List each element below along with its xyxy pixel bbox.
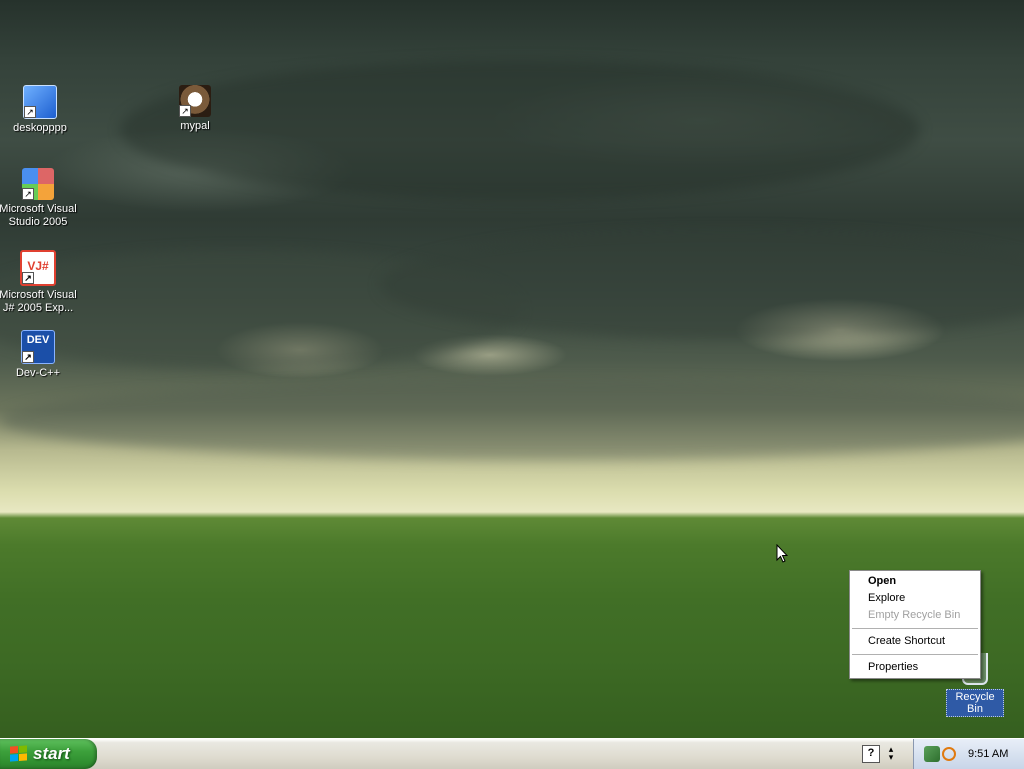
desktop-icon-label: Microsoft Visual Studio 2005 <box>0 203 77 228</box>
deskopppp-icon: ↗ <box>23 85 57 119</box>
taskbar: start ? ▴ ▾ 9:51 AM <box>0 738 1024 769</box>
shortcut-arrow-icon: ↗ <box>24 106 36 118</box>
desktop[interactable]: ↗ deskopppp ↗ mypal ↗ Microsoft Visual S… <box>0 0 1024 738</box>
visual-jsharp-icon: VJ# ↗ <box>20 250 56 286</box>
desktop-icon-label: Microsoft Visual J# 2005 Exp... <box>0 289 77 314</box>
clock[interactable]: 9:51 AM <box>968 739 1008 769</box>
desktop-icon-label: mypal <box>180 120 210 132</box>
visual-studio-icon: ↗ <box>22 168 54 200</box>
desktop-icon-visual-studio[interactable]: ↗ Microsoft Visual Studio 2005 <box>0 168 78 229</box>
shortcut-arrow-icon: ↗ <box>22 351 34 363</box>
help-icon[interactable]: ? <box>862 745 880 763</box>
menu-item-open[interactable]: Open <box>850 573 980 590</box>
menu-item-create-shortcut[interactable]: Create Shortcut <box>850 633 980 650</box>
desktop-icon-dev-cpp[interactable]: DEV ↗ Dev-C++ <box>0 330 78 380</box>
chevron-icon[interactable]: ▴ ▾ <box>884 745 898 762</box>
shortcut-arrow-icon: ↗ <box>179 105 191 117</box>
mouse-cursor-icon <box>776 544 788 563</box>
start-button[interactable]: start <box>0 739 97 769</box>
context-menu: Open Explore Empty Recycle Bin Create Sh… <box>849 570 981 679</box>
menu-item-empty-recycle-bin: Empty Recycle Bin <box>868 609 961 621</box>
wallpaper-cloud <box>120 60 920 200</box>
system-tray: 9:51 AM <box>913 739 1024 769</box>
visual-jsharp-glyph: VJ# <box>27 259 49 273</box>
desktop-icon-visual-jsharp[interactable]: VJ# ↗ Microsoft Visual J# 2005 Exp... <box>0 250 78 315</box>
menu-separator <box>852 654 978 655</box>
windows-logo-icon <box>10 745 27 762</box>
dev-cpp-icon: DEV ↗ <box>21 330 55 364</box>
desktop-icon-label: Recycle Bin <box>946 689 1004 717</box>
dev-cpp-glyph: DEV <box>26 334 50 346</box>
desktop-icon-label: Dev-C++ <box>15 367 61 379</box>
shortcut-arrow-icon: ↗ <box>22 272 34 284</box>
network-icon[interactable] <box>924 746 940 762</box>
search-icon[interactable] <box>942 747 956 761</box>
desktop-icon-label: deskopppp <box>13 122 67 134</box>
shortcut-arrow-icon: ↗ <box>22 188 34 200</box>
mypal-icon: ↗ <box>179 85 211 117</box>
wallpaper-cloud <box>0 380 1024 460</box>
desktop-icon-mypal[interactable]: ↗ mypal <box>155 85 235 133</box>
menu-item-explore[interactable]: Explore <box>850 590 980 607</box>
menu-separator <box>852 628 978 629</box>
menu-item-properties[interactable]: Properties <box>850 659 980 676</box>
start-label: start <box>33 744 70 763</box>
desktop-icon-deskopppp[interactable]: ↗ deskopppp <box>0 85 80 135</box>
